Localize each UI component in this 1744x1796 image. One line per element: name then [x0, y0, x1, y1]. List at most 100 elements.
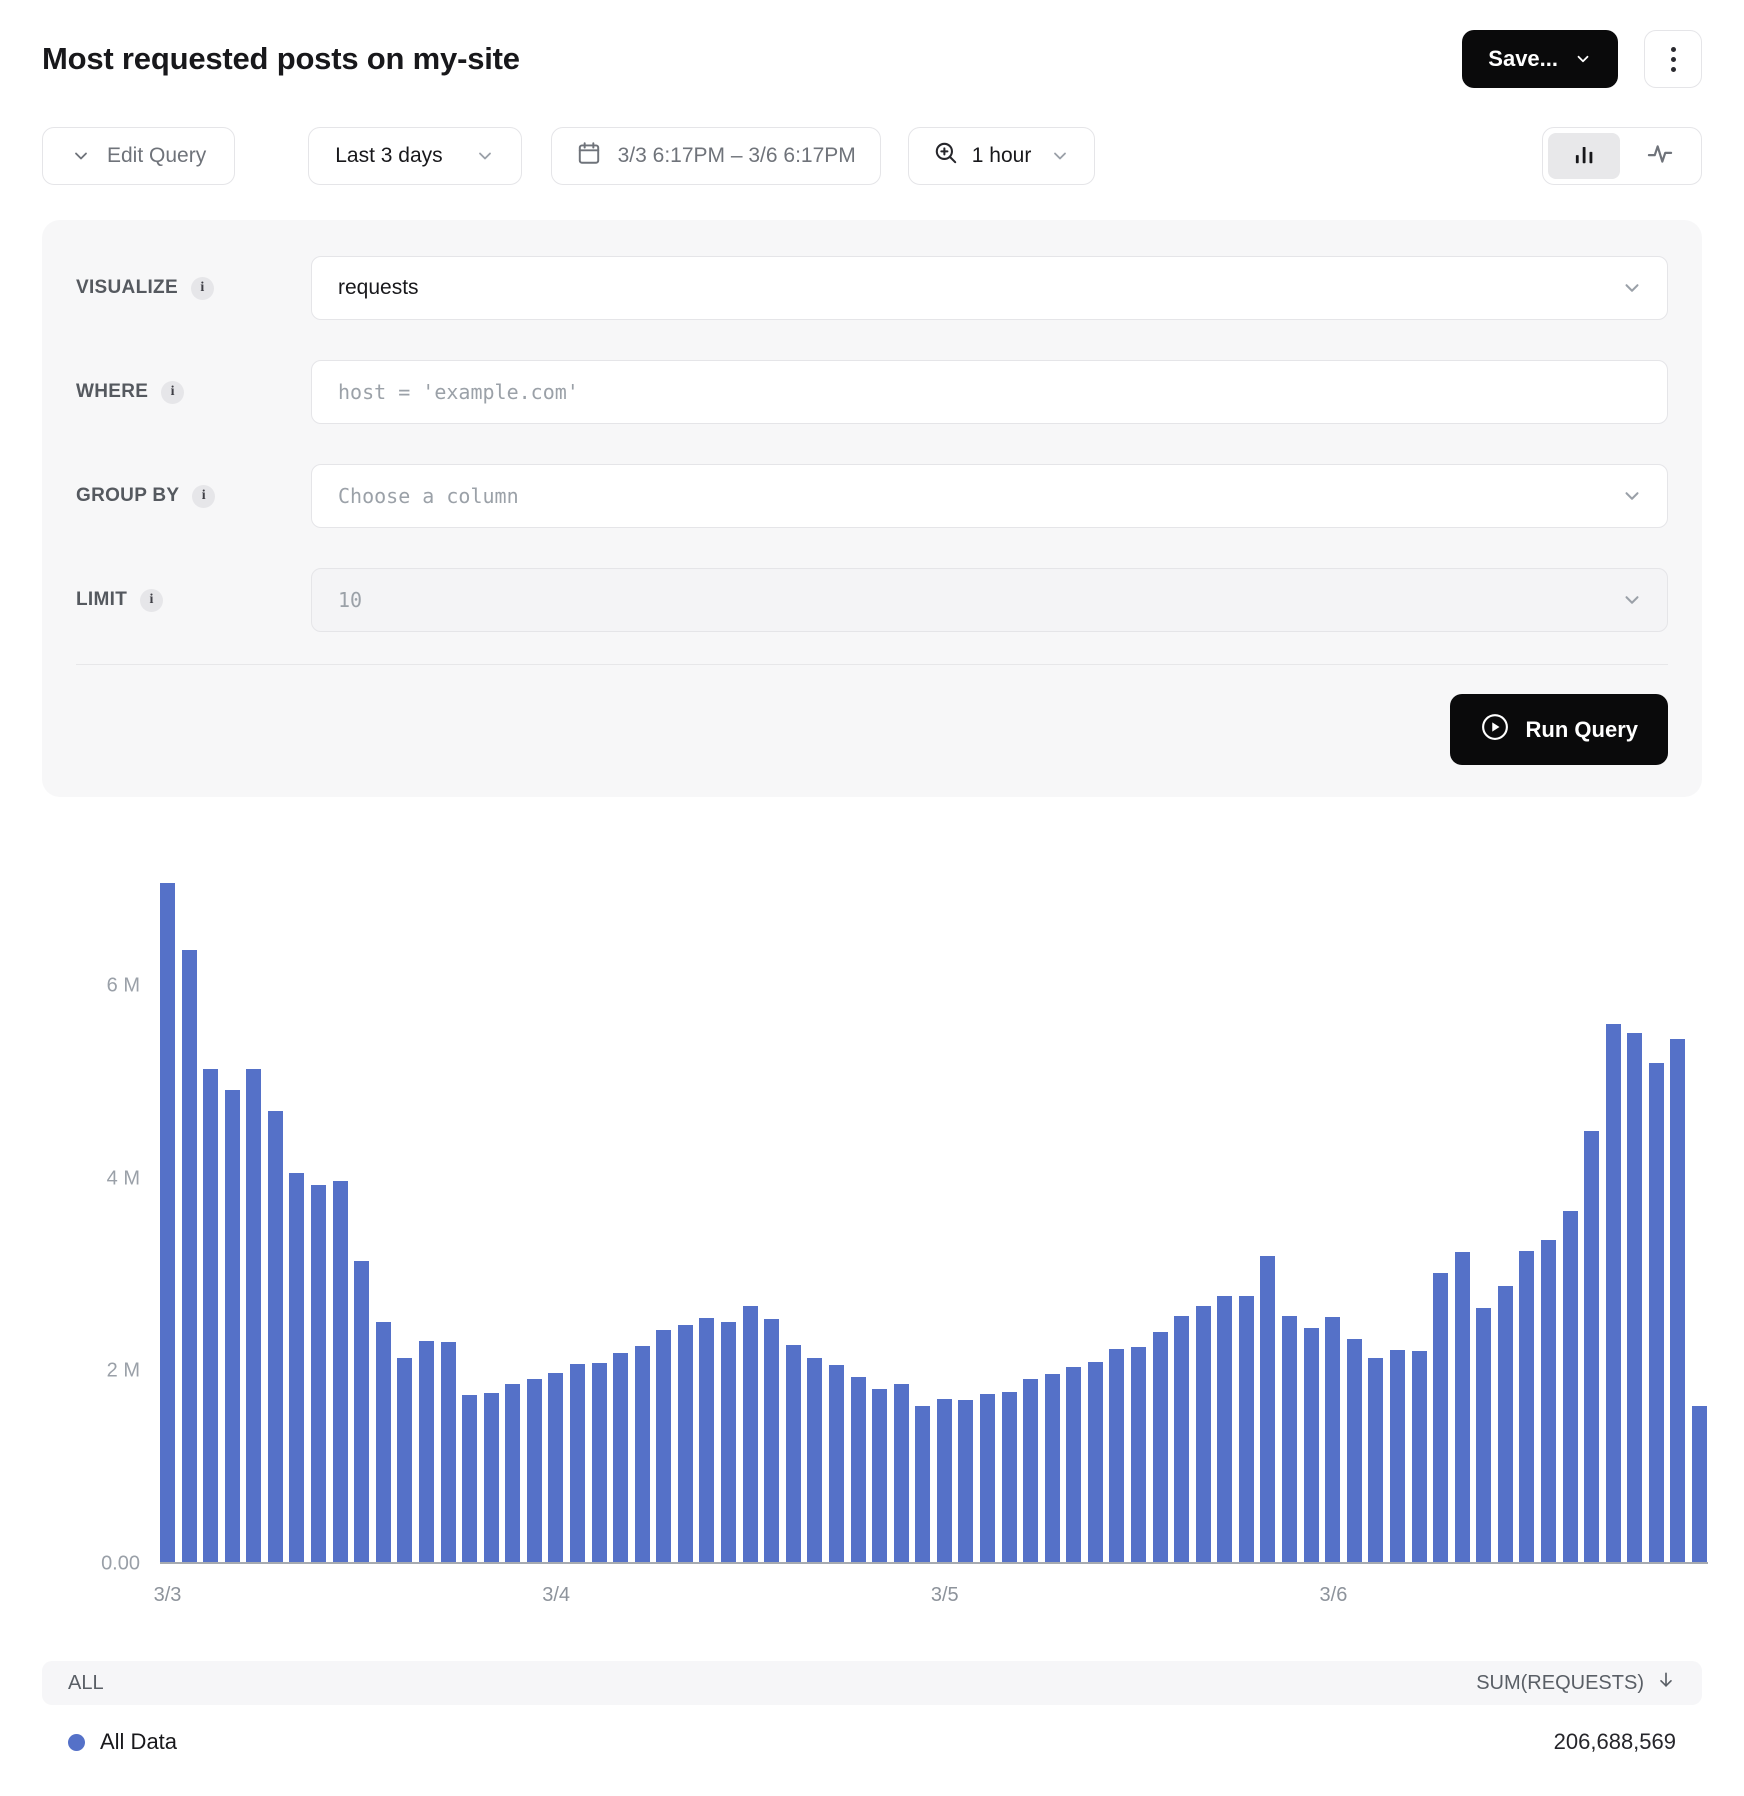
granularity-label: 1 hour: [972, 144, 1032, 168]
edit-query-label: Edit Query: [107, 144, 206, 168]
chevron-down-icon: [1050, 146, 1070, 166]
date-range-label: 3/3 6:17PM – 3/6 6:17PM: [618, 144, 856, 168]
bar[interactable]: [1390, 1350, 1405, 1562]
bar[interactable]: [203, 1069, 218, 1562]
where-label: WHERE: [76, 381, 148, 403]
bar[interactable]: [743, 1306, 758, 1562]
limit-select[interactable]: 10: [311, 568, 1668, 632]
bar[interactable]: [1131, 1347, 1146, 1562]
bar[interactable]: [1433, 1273, 1448, 1562]
bar[interactable]: [958, 1400, 973, 1562]
bar[interactable]: [462, 1395, 477, 1562]
more-options-button[interactable]: [1644, 30, 1702, 88]
info-icon[interactable]: i: [192, 485, 215, 508]
bar[interactable]: [829, 1365, 844, 1562]
bar[interactable]: [527, 1379, 542, 1562]
chart-plot-area[interactable]: [160, 879, 1708, 1564]
save-button[interactable]: Save...: [1462, 30, 1618, 88]
bar[interactable]: [937, 1399, 952, 1562]
bar[interactable]: [1325, 1317, 1340, 1562]
bar[interactable]: [160, 883, 175, 1562]
bar[interactable]: [246, 1069, 261, 1562]
bar[interactable]: [894, 1384, 909, 1562]
bar[interactable]: [1002, 1392, 1017, 1562]
bar[interactable]: [721, 1322, 736, 1562]
bar[interactable]: [699, 1318, 714, 1562]
bar[interactable]: [1584, 1131, 1599, 1562]
bar[interactable]: [1498, 1286, 1513, 1562]
bar[interactable]: [1541, 1240, 1556, 1562]
bar[interactable]: [570, 1364, 585, 1562]
bar[interactable]: [1282, 1316, 1297, 1562]
bar[interactable]: [1304, 1328, 1319, 1562]
run-query-button[interactable]: Run Query: [1450, 694, 1668, 765]
bar[interactable]: [354, 1261, 369, 1562]
bar[interactable]: [311, 1185, 326, 1562]
bar[interactable]: [915, 1406, 930, 1562]
info-icon[interactable]: i: [191, 277, 214, 300]
bar[interactable]: [1627, 1033, 1642, 1562]
bar[interactable]: [1476, 1308, 1491, 1562]
bar[interactable]: [980, 1394, 995, 1562]
bar[interactable]: [1196, 1306, 1211, 1562]
bar[interactable]: [1412, 1351, 1427, 1562]
bar[interactable]: [1153, 1332, 1168, 1562]
bar[interactable]: [1174, 1316, 1189, 1562]
line-chart-type-button[interactable]: [1624, 133, 1696, 179]
bar[interactable]: [1563, 1211, 1578, 1562]
bar[interactable]: [441, 1342, 456, 1562]
chart-type-toggle: [1542, 127, 1702, 185]
bar[interactable]: [678, 1325, 693, 1562]
table-row[interactable]: All Data 206,688,569: [42, 1721, 1702, 1763]
bar[interactable]: [786, 1345, 801, 1562]
bar[interactable]: [1347, 1339, 1362, 1562]
bar[interactable]: [851, 1377, 866, 1562]
bar[interactable]: [1239, 1296, 1254, 1562]
bar[interactable]: [1217, 1296, 1232, 1562]
bar[interactable]: [764, 1319, 779, 1562]
bar[interactable]: [182, 950, 197, 1562]
bar[interactable]: [376, 1322, 391, 1562]
bar-chart-type-button[interactable]: [1548, 133, 1620, 179]
info-icon[interactable]: i: [140, 589, 163, 612]
bar[interactable]: [613, 1353, 628, 1562]
bar[interactable]: [484, 1393, 499, 1562]
bar[interactable]: [1455, 1252, 1470, 1562]
bar[interactable]: [872, 1389, 887, 1562]
bar[interactable]: [635, 1346, 650, 1562]
bar[interactable]: [656, 1330, 671, 1562]
bar[interactable]: [548, 1373, 563, 1562]
time-range-select[interactable]: Last 3 days: [308, 127, 521, 185]
group-by-select[interactable]: Choose a column: [311, 464, 1668, 528]
where-row: WHERE i: [76, 360, 1668, 424]
bar[interactable]: [1260, 1256, 1275, 1562]
visualize-select[interactable]: requests: [311, 256, 1668, 320]
bar[interactable]: [1066, 1367, 1081, 1562]
bar[interactable]: [1023, 1379, 1038, 1562]
bar[interactable]: [592, 1363, 607, 1562]
where-input[interactable]: [338, 380, 1641, 404]
bar[interactable]: [1519, 1251, 1534, 1562]
bar[interactable]: [1088, 1362, 1103, 1562]
bar[interactable]: [1692, 1406, 1707, 1562]
metric-column-header[interactable]: SUM(REQUESTS): [1476, 1670, 1676, 1696]
bar[interactable]: [1606, 1024, 1621, 1562]
bar[interactable]: [807, 1358, 822, 1562]
info-icon[interactable]: i: [161, 381, 184, 404]
bar[interactable]: [1045, 1374, 1060, 1562]
granularity-select[interactable]: 1 hour: [908, 127, 1096, 185]
bar[interactable]: [1109, 1349, 1124, 1562]
bar[interactable]: [1670, 1039, 1685, 1562]
bar[interactable]: [225, 1090, 240, 1562]
bar[interactable]: [289, 1173, 304, 1562]
bar[interactable]: [1368, 1358, 1383, 1562]
bar[interactable]: [333, 1181, 348, 1562]
bar[interactable]: [505, 1384, 520, 1562]
bar[interactable]: [419, 1341, 434, 1562]
date-range-picker[interactable]: 3/3 6:17PM – 3/6 6:17PM: [551, 127, 881, 185]
edit-query-toggle[interactable]: Edit Query: [42, 127, 235, 185]
bar[interactable]: [1649, 1063, 1664, 1562]
bar[interactable]: [397, 1358, 412, 1562]
group-column-header: ALL: [68, 1672, 104, 1695]
bar[interactable]: [268, 1111, 283, 1562]
